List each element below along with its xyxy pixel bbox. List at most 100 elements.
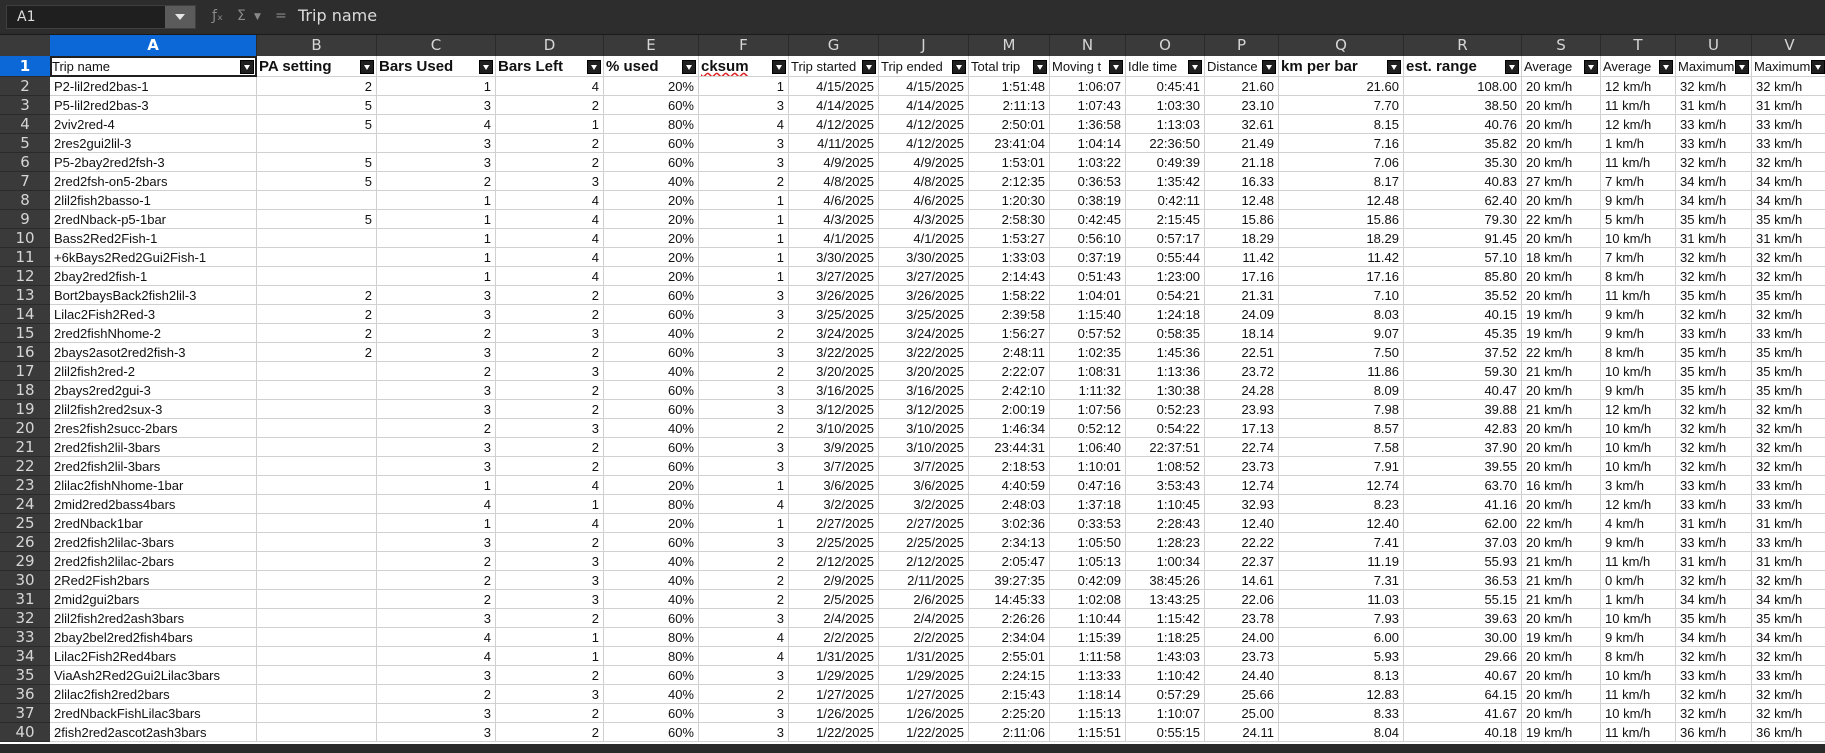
- cell-c[interactable]: 1: [377, 248, 496, 267]
- cell-t[interactable]: 9 km/h: [1601, 324, 1676, 343]
- cell-d[interactable]: 2: [496, 381, 604, 400]
- cell-s[interactable]: 27 km/h: [1522, 172, 1601, 191]
- column-header-b[interactable]: B: [257, 35, 377, 56]
- cell-d[interactable]: 3: [496, 362, 604, 381]
- row-header-35[interactable]: 35: [0, 666, 50, 685]
- cell-m[interactable]: 2:14:43: [969, 267, 1050, 286]
- cell-g[interactable]: 1/26/2025: [789, 704, 879, 723]
- cell-j[interactable]: 2/2/2025: [879, 628, 969, 647]
- row-header-40[interactable]: 40: [0, 723, 50, 742]
- header-cell-u[interactable]: Maximum: [1676, 56, 1752, 77]
- cell-s[interactable]: 22 km/h: [1522, 343, 1601, 362]
- cell-r[interactable]: 40.67: [1404, 666, 1522, 685]
- sum-icon[interactable]: Σ: [237, 8, 246, 24]
- cell-v[interactable]: 35 km/h: [1752, 362, 1825, 381]
- cell-d[interactable]: 4: [496, 229, 604, 248]
- cell-j[interactable]: 3/25/2025: [879, 305, 969, 324]
- cell-p[interactable]: 18.29: [1205, 229, 1279, 248]
- autofilter-button[interactable]: [1262, 60, 1276, 74]
- cell-o[interactable]: 0:57:17: [1126, 229, 1205, 248]
- cell-g[interactable]: 2/12/2025: [789, 552, 879, 571]
- cell-m[interactable]: 2:48:11: [969, 343, 1050, 362]
- cell-p[interactable]: 14.61: [1205, 571, 1279, 590]
- column-header-o[interactable]: O: [1126, 35, 1205, 56]
- row-header-26[interactable]: 26: [0, 533, 50, 552]
- cell-t[interactable]: 8 km/h: [1601, 267, 1676, 286]
- cell-e[interactable]: 20%: [604, 77, 699, 96]
- cell-q[interactable]: 8.03: [1279, 305, 1404, 324]
- cell-e[interactable]: 60%: [604, 153, 699, 172]
- cell-d[interactable]: 4: [496, 514, 604, 533]
- cell-e[interactable]: 20%: [604, 229, 699, 248]
- cell-q[interactable]: 8.09: [1279, 381, 1404, 400]
- cell-p[interactable]: 32.93: [1205, 495, 1279, 514]
- cell-b[interactable]: [257, 267, 377, 286]
- cell-o[interactable]: 2:15:45: [1126, 210, 1205, 229]
- cell-v[interactable]: 33 km/h: [1752, 115, 1825, 134]
- row-header-20[interactable]: 20: [0, 419, 50, 438]
- cell-a[interactable]: 2lilac2fishNhome-1bar: [50, 476, 257, 495]
- cell-e[interactable]: 60%: [604, 286, 699, 305]
- cell-t[interactable]: 10 km/h: [1601, 229, 1676, 248]
- cell-b[interactable]: [257, 628, 377, 647]
- cell-f[interactable]: 2: [699, 590, 789, 609]
- cell-j[interactable]: 4/3/2025: [879, 210, 969, 229]
- cell-u[interactable]: 34 km/h: [1676, 172, 1752, 191]
- cell-p[interactable]: 22.37: [1205, 552, 1279, 571]
- cell-d[interactable]: 4: [496, 476, 604, 495]
- cell-o[interactable]: 13:43:25: [1126, 590, 1205, 609]
- cell-q[interactable]: 7.70: [1279, 96, 1404, 115]
- cell-a[interactable]: 2lil2fish2red-2: [50, 362, 257, 381]
- row-header-32[interactable]: 32: [0, 609, 50, 628]
- cell-u[interactable]: 32 km/h: [1676, 153, 1752, 172]
- cell-j[interactable]: 1/31/2025: [879, 647, 969, 666]
- cell-v[interactable]: 35 km/h: [1752, 381, 1825, 400]
- cell-b[interactable]: [257, 685, 377, 704]
- row-header-25[interactable]: 25: [0, 514, 50, 533]
- cell-r[interactable]: 30.00: [1404, 628, 1522, 647]
- cell-o[interactable]: 0:49:39: [1126, 153, 1205, 172]
- cell-e[interactable]: 20%: [604, 191, 699, 210]
- cell-q[interactable]: 6.00: [1279, 628, 1404, 647]
- cell-g[interactable]: 3/25/2025: [789, 305, 879, 324]
- cell-s[interactable]: 22 km/h: [1522, 210, 1601, 229]
- cell-p[interactable]: 22.06: [1205, 590, 1279, 609]
- cell-j[interactable]: 1/29/2025: [879, 666, 969, 685]
- cell-e[interactable]: 60%: [604, 533, 699, 552]
- cell-g[interactable]: 3/20/2025: [789, 362, 879, 381]
- column-header-g[interactable]: G: [789, 35, 879, 56]
- cell-t[interactable]: 10 km/h: [1601, 457, 1676, 476]
- cell-a[interactable]: 2mid2red2bass4bars: [50, 495, 257, 514]
- cell-n[interactable]: 1:15:13: [1050, 704, 1126, 723]
- cell-o[interactable]: 1:10:45: [1126, 495, 1205, 514]
- cell-e[interactable]: 80%: [604, 495, 699, 514]
- cell-u[interactable]: 34 km/h: [1676, 191, 1752, 210]
- cell-m[interactable]: 2:34:04: [969, 628, 1050, 647]
- cell-u[interactable]: 33 km/h: [1676, 115, 1752, 134]
- cell-s[interactable]: 21 km/h: [1522, 400, 1601, 419]
- cell-j[interactable]: 4/12/2025: [879, 115, 969, 134]
- cell-p[interactable]: 23.78: [1205, 609, 1279, 628]
- cell-u[interactable]: 34 km/h: [1676, 590, 1752, 609]
- cell-f[interactable]: 1: [699, 267, 789, 286]
- formula-icon[interactable]: =: [275, 8, 287, 24]
- cell-a[interactable]: 2bay2bel2red2fish4bars: [50, 628, 257, 647]
- header-cell-f[interactable]: cksum: [699, 56, 789, 77]
- cell-e[interactable]: 40%: [604, 685, 699, 704]
- row-header-11[interactable]: 11: [0, 248, 50, 267]
- cell-g[interactable]: 3/10/2025: [789, 419, 879, 438]
- cell-f[interactable]: 2: [699, 552, 789, 571]
- cell-j[interactable]: 1/26/2025: [879, 704, 969, 723]
- cell-o[interactable]: 0:45:41: [1126, 77, 1205, 96]
- cell-d[interactable]: 2: [496, 343, 604, 362]
- cell-d[interactable]: 3: [496, 324, 604, 343]
- cell-u[interactable]: 31 km/h: [1676, 96, 1752, 115]
- cell-t[interactable]: 10 km/h: [1601, 666, 1676, 685]
- cell-d[interactable]: 2: [496, 438, 604, 457]
- cell-f[interactable]: 3: [699, 305, 789, 324]
- cell-b[interactable]: [257, 438, 377, 457]
- cell-c[interactable]: 3: [377, 438, 496, 457]
- cell-r[interactable]: 91.45: [1404, 229, 1522, 248]
- cell-u[interactable]: 36 km/h: [1676, 723, 1752, 742]
- cell-n[interactable]: 1:08:31: [1050, 362, 1126, 381]
